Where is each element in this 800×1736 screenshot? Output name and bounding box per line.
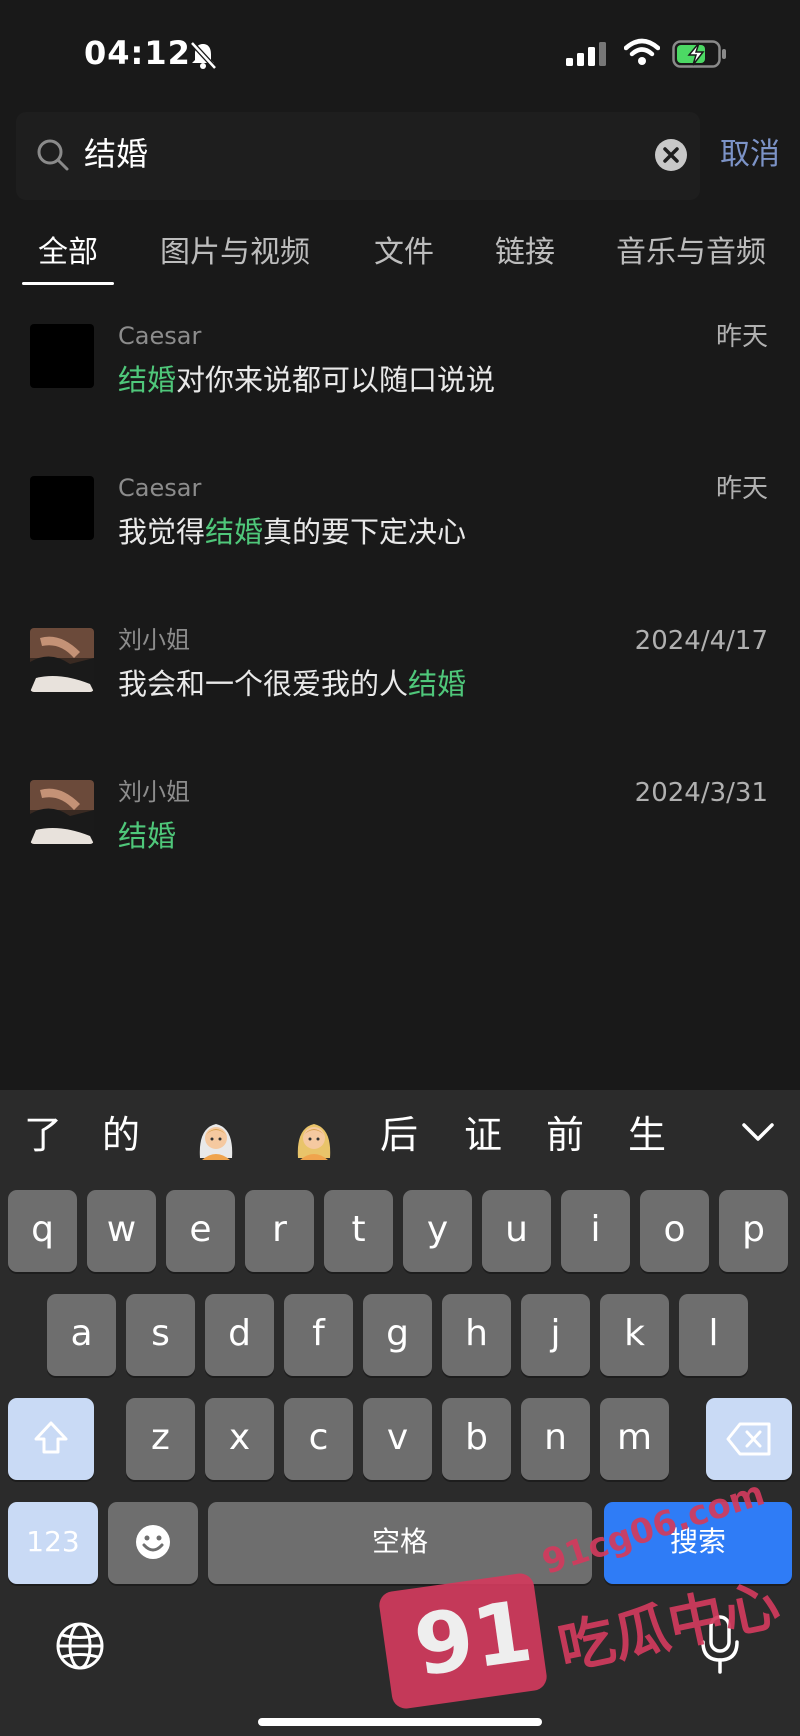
message-date: 昨天 bbox=[715, 474, 768, 504]
key-c[interactable]: c bbox=[284, 1398, 353, 1480]
key-r[interactable]: r bbox=[245, 1190, 314, 1272]
home-indicator[interactable] bbox=[258, 1718, 542, 1726]
candidate-word[interactable]: 前 bbox=[546, 1110, 584, 1160]
key-k[interactable]: k bbox=[600, 1294, 669, 1376]
status-bar: 04:12 bbox=[0, 0, 800, 100]
silent-bell-icon bbox=[190, 41, 217, 70]
backspace-key[interactable] bbox=[706, 1398, 792, 1480]
cellular-signal-icon bbox=[566, 42, 606, 66]
search-input[interactable]: 结婚 bbox=[84, 132, 148, 176]
key-i[interactable]: i bbox=[561, 1190, 630, 1272]
smiley-icon bbox=[136, 1525, 170, 1559]
key-b[interactable]: b bbox=[442, 1398, 511, 1480]
search-bar[interactable]: 结婚 bbox=[16, 112, 700, 200]
keyword-highlight: 结婚 bbox=[408, 667, 467, 701]
message-snippet: 结婚 bbox=[118, 816, 176, 856]
key-l[interactable]: l bbox=[679, 1294, 748, 1376]
chevron-down-icon[interactable] bbox=[740, 1120, 776, 1144]
key-s[interactable]: s bbox=[126, 1294, 195, 1376]
backspace-icon bbox=[726, 1422, 771, 1456]
battery-charging-icon bbox=[672, 40, 726, 68]
tab-files[interactable]: 文件 bbox=[374, 232, 434, 274]
search-result[interactable]: Caesar 昨天 我觉得结婚真的要下定决心 bbox=[0, 460, 800, 612]
shift-key[interactable] bbox=[8, 1398, 94, 1480]
tab-photos-videos[interactable]: 图片与视频 bbox=[160, 232, 310, 274]
numbers-key[interactable]: 123 bbox=[8, 1502, 98, 1584]
tab-music-audio[interactable]: 音乐与音频 bbox=[616, 232, 766, 274]
shift-icon bbox=[34, 1421, 68, 1454]
emoji-key[interactable] bbox=[108, 1502, 198, 1584]
space-key[interactable]: 空格 bbox=[208, 1502, 592, 1584]
message-snippet: 我觉得结婚真的要下定决心 bbox=[118, 515, 467, 549]
message-snippet: 结婚对你来说都可以随口说说 bbox=[118, 363, 496, 397]
key-f[interactable]: f bbox=[284, 1294, 353, 1376]
watermark-logo: 91 bbox=[377, 1571, 549, 1711]
tab-links[interactable]: 链接 bbox=[495, 232, 555, 274]
key-j[interactable]: j bbox=[521, 1294, 590, 1376]
key-v[interactable]: v bbox=[363, 1398, 432, 1480]
sender-name: 刘小姐 bbox=[118, 626, 190, 654]
avatar bbox=[30, 324, 94, 388]
key-y[interactable]: y bbox=[403, 1190, 472, 1272]
candidate-word[interactable]: 的 bbox=[102, 1110, 140, 1160]
key-x[interactable]: x bbox=[205, 1398, 274, 1480]
key-q[interactable]: q bbox=[8, 1190, 77, 1272]
key-t[interactable]: t bbox=[324, 1190, 393, 1272]
candidate-word[interactable]: 证 bbox=[464, 1110, 502, 1160]
key-h[interactable]: h bbox=[442, 1294, 511, 1376]
cancel-button[interactable]: 取消 bbox=[720, 135, 780, 175]
key-p[interactable]: p bbox=[719, 1190, 788, 1272]
key-m[interactable]: m bbox=[600, 1398, 669, 1480]
avatar bbox=[30, 780, 94, 844]
candidate-word[interactable]: 了 bbox=[24, 1110, 62, 1160]
key-o[interactable]: o bbox=[640, 1190, 709, 1272]
key-a[interactable]: a bbox=[47, 1294, 116, 1376]
avatar bbox=[30, 628, 94, 692]
sender-name: 刘小姐 bbox=[118, 778, 190, 806]
message-date: 2024/4/17 bbox=[634, 626, 768, 656]
active-tab-indicator bbox=[22, 282, 114, 285]
key-u[interactable]: u bbox=[482, 1190, 551, 1272]
avatar bbox=[30, 476, 94, 540]
tab-all[interactable]: 全部 bbox=[38, 232, 98, 274]
status-time: 04:12 bbox=[84, 34, 191, 72]
bride-emoji-icon[interactable] bbox=[292, 1118, 336, 1162]
key-w[interactable]: w bbox=[87, 1190, 156, 1272]
search-icon bbox=[37, 139, 69, 171]
message-date: 昨天 bbox=[715, 322, 768, 352]
bride-emoji-icon[interactable] bbox=[194, 1118, 238, 1162]
clear-search-icon[interactable] bbox=[654, 138, 688, 172]
globe-icon[interactable] bbox=[54, 1620, 106, 1672]
key-z[interactable]: z bbox=[126, 1398, 195, 1480]
key-g[interactable]: g bbox=[363, 1294, 432, 1376]
sender-name: Caesar bbox=[118, 474, 202, 502]
search-result[interactable]: 刘小姐 2024/3/31 结婚 bbox=[0, 764, 800, 916]
message-snippet: 我会和一个很爱我的人结婚 bbox=[118, 667, 467, 701]
watermark-badge-text: 91 bbox=[408, 1581, 538, 1696]
candidate-word[interactable]: 生 bbox=[628, 1110, 666, 1160]
key-n[interactable]: n bbox=[521, 1398, 590, 1480]
sender-name: Caesar bbox=[118, 322, 202, 350]
keyword-highlight: 结婚 bbox=[205, 515, 264, 549]
wifi-icon bbox=[624, 38, 660, 65]
key-e[interactable]: e bbox=[166, 1190, 235, 1272]
message-date: 2024/3/31 bbox=[634, 778, 768, 808]
candidate-word[interactable]: 后 bbox=[380, 1110, 418, 1160]
keyword-highlight: 结婚 bbox=[118, 819, 177, 853]
search-result[interactable]: 刘小姐 2024/4/17 我会和一个很爱我的人结婚 bbox=[0, 612, 800, 764]
search-result[interactable]: Caesar 昨天 结婚对你来说都可以随口说说 bbox=[0, 308, 800, 460]
key-d[interactable]: d bbox=[205, 1294, 274, 1376]
keyword-highlight: 结婚 bbox=[118, 363, 177, 397]
